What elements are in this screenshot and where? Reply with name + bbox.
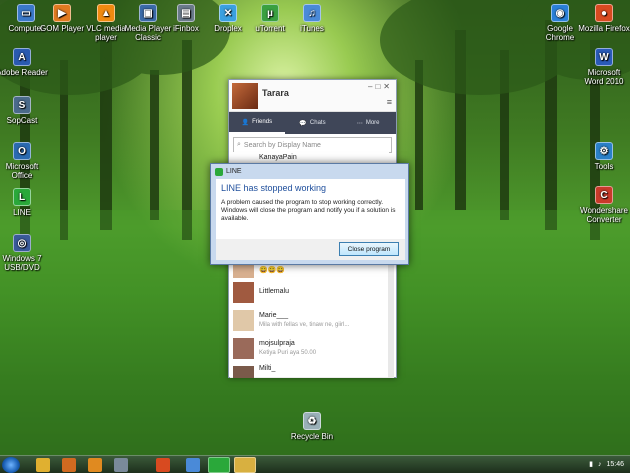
desktop-icon-converter[interactable]: C Wondershare Converter (578, 186, 630, 224)
media-player-icon[interactable] (62, 458, 76, 472)
profile-avatar[interactable] (232, 83, 258, 109)
desktop-icon-sopcast[interactable]: S SopCast (0, 96, 48, 125)
system-tray: ▮ ♪ 15:46 (589, 460, 624, 469)
start-button[interactable] (2, 457, 20, 473)
search-icon: ⌕ (237, 141, 241, 148)
scrollbar[interactable] (388, 260, 394, 378)
desktop-icon-adobe-reader[interactable]: A Adobe Reader (0, 48, 48, 77)
volume-icon[interactable]: ♪ (598, 461, 602, 468)
avatar (233, 282, 254, 303)
computer-icon: ▭ (17, 4, 35, 22)
dialog-heading: LINE has stopped working (221, 183, 327, 193)
list-item[interactable]: mojsulpraja Ketiya Puri aya 50.00 (230, 334, 389, 364)
gom-player-icon: ▶ (53, 4, 71, 22)
tab-friends[interactable]: 👤 Friends (229, 112, 285, 134)
more-icon: ⋯ (356, 120, 363, 127)
folder-icon[interactable] (114, 458, 128, 472)
tab-chats[interactable]: 💬 Chats (285, 112, 341, 134)
dialog-message: A problem caused the program to stop wor… (221, 199, 396, 222)
search-input[interactable]: ⌕ Search by Display Name (233, 137, 392, 153)
firefox-taskbar-icon[interactable] (156, 458, 170, 472)
recycle-bin-icon: ♻ (303, 412, 321, 430)
droplex-icon: ✕ (219, 4, 237, 22)
desktop-icon-usb-dvd[interactable]: ◎ Windows 7 USB/DVD (0, 234, 48, 272)
close-program-button[interactable]: Close program (339, 242, 399, 256)
active-window-taskbar-button[interactable] (234, 457, 256, 473)
line-tab-bar: 👤 Friends 💬 Chats ⋯ More (229, 112, 396, 134)
error-dialog[interactable]: LINE LINE has stopped working A problem … (210, 163, 409, 265)
profile-name: Tarara (262, 88, 289, 98)
sopcast-icon: S (13, 96, 31, 114)
dialog-body: LINE has stopped working A problem cause… (216, 179, 405, 239)
office-icon: O (13, 142, 31, 160)
list-item[interactable]: Milti_ (230, 362, 389, 378)
chrome-taskbar-icon[interactable] (186, 458, 200, 472)
list-item[interactable]: Marie___ Mila with fellas ve, tinaw ne, … (230, 306, 389, 336)
vlc-taskbar-icon[interactable] (88, 458, 102, 472)
avatar (233, 310, 254, 331)
desktop-icon-itunes[interactable]: ♫ iTunes (286, 4, 338, 33)
line-window-header: Tarara –□✕ ≡ (229, 80, 396, 112)
firefox-icon: ● (595, 4, 613, 22)
ifinbox-icon: ▤ (177, 4, 195, 22)
vlc-icon: ▲ (97, 4, 115, 22)
adobe-reader-icon: A (13, 48, 31, 66)
network-icon[interactable]: ▮ (589, 460, 593, 468)
desktop-icon-recycle-bin[interactable]: ♻ Recycle Bin (286, 412, 338, 441)
dialog-footer: Close program (216, 239, 405, 260)
list-item[interactable]: Littlemalu (230, 278, 389, 308)
media-player-classic-icon: ▣ (139, 4, 157, 22)
converter-icon: C (595, 186, 613, 204)
desktop-icon-firefox[interactable]: ● Mozilla Firefox (578, 4, 630, 33)
word-icon: W (595, 48, 613, 66)
taskbar: ▮ ♪ 15:46 (0, 455, 630, 473)
desktop-icon-word[interactable]: W Microsoft Word 2010 (578, 48, 630, 86)
desktop-icon-office[interactable]: O Microsoft Office (0, 142, 48, 180)
line-icon (215, 167, 223, 176)
tab-more[interactable]: ⋯ More (340, 112, 396, 134)
line-icon: L (13, 188, 31, 206)
window-controls: –□✕ (368, 82, 393, 91)
clock[interactable]: 15:46 (606, 461, 624, 468)
usb-dvd-icon: ◎ (13, 234, 31, 252)
menu-icon[interactable]: ≡ (387, 97, 392, 107)
itunes-icon: ♫ (303, 4, 321, 22)
close-icon[interactable]: ✕ (383, 82, 393, 91)
utorrent-icon: µ (261, 4, 279, 22)
dialog-title-bar: LINE (211, 164, 408, 179)
chrome-icon: ◉ (551, 4, 569, 22)
chats-icon: 💬 (299, 120, 307, 127)
desktop-icon-tools[interactable]: ⚙ Tools (578, 142, 630, 171)
line-taskbar-button[interactable] (208, 457, 230, 473)
avatar (233, 338, 254, 359)
friends-icon: 👤 (241, 119, 250, 126)
avatar (233, 366, 254, 378)
explorer-icon[interactable] (36, 458, 50, 472)
tools-icon: ⚙ (595, 142, 613, 160)
desktop-icon-line[interactable]: L LINE (0, 188, 48, 217)
